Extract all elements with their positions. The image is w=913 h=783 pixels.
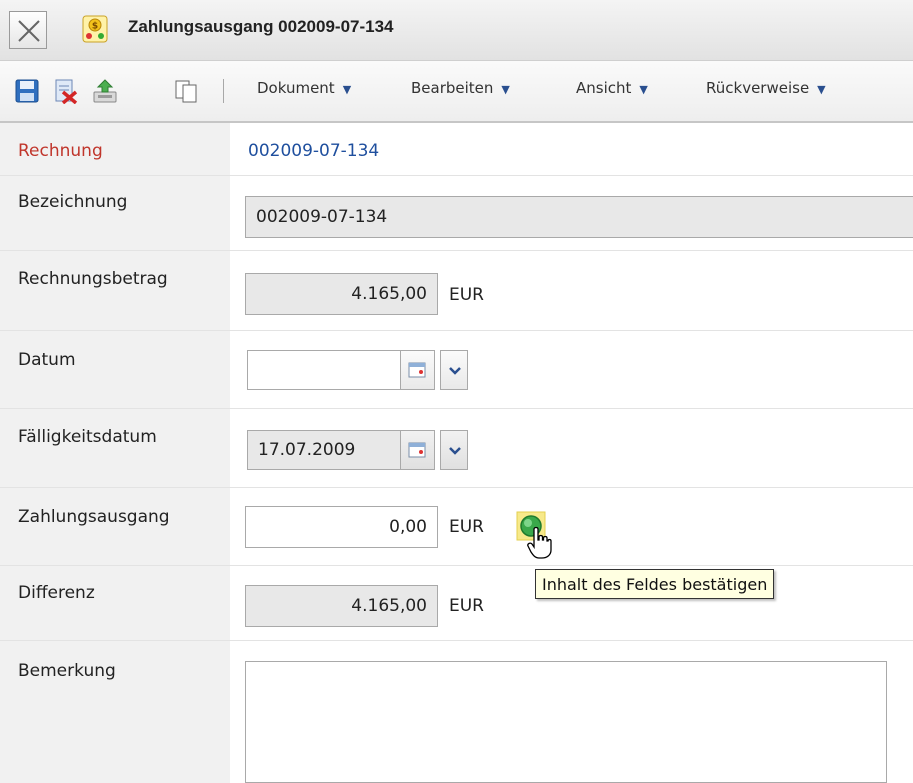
window-titlebar: $ Zahlungsausgang 002009-07-134 xyxy=(0,0,913,61)
currency-unit: EUR xyxy=(449,517,484,537)
row-divider xyxy=(0,175,913,176)
payment-icon: $ xyxy=(82,15,108,43)
datum-dropdown-button[interactable] xyxy=(440,350,468,390)
calendar-icon xyxy=(408,442,426,458)
currency-unit: EUR xyxy=(449,285,484,305)
window-title: Zahlungsausgang 002009-07-134 xyxy=(128,17,394,36)
faelligkeitsdatum-label: Fälligkeitsdatum xyxy=(18,427,157,447)
faelligkeitsdatum-dropdown-button[interactable] xyxy=(440,430,468,470)
bezeichnung-value: 002009-07-134 xyxy=(256,207,388,227)
close-x-icon xyxy=(18,20,40,42)
row-divider xyxy=(0,640,913,641)
rechnungsbetrag-value: 4.165,00 xyxy=(351,284,427,304)
dropdown-arrow-icon: ▼ xyxy=(817,83,826,96)
delete-icon[interactable] xyxy=(52,78,78,104)
copy-icon[interactable] xyxy=(173,78,199,104)
row-divider xyxy=(0,330,913,331)
menu-rueckverweise[interactable]: Rückverweise ▼ xyxy=(706,79,826,97)
dropdown-arrow-icon: ▼ xyxy=(342,83,352,96)
close-button[interactable] xyxy=(9,11,47,49)
bezeichnung-field[interactable]: 002009-07-134 xyxy=(245,196,913,238)
dropdown-arrow-icon: ▼ xyxy=(501,83,510,96)
bezeichnung-label: Bezeichnung xyxy=(18,192,128,212)
rechnungsbetrag-label: Rechnungsbetrag xyxy=(18,269,168,289)
tooltip: Inhalt des Feldes bestätigen xyxy=(535,569,775,599)
faelligkeitsdatum-value: 17.07.2009 xyxy=(258,440,356,460)
row-divider xyxy=(0,487,913,488)
chevron-down-icon xyxy=(449,447,461,455)
tooltip-text: Inhalt des Feldes bestätigen xyxy=(542,574,768,594)
row-divider xyxy=(0,250,913,251)
zahlungsausgang-value: 0,00 xyxy=(389,517,427,537)
rechnung-label: Rechnung xyxy=(18,141,103,161)
svg-text:$: $ xyxy=(92,22,98,32)
zahlungsausgang-input[interactable]: 0,00 xyxy=(245,506,438,548)
datum-input[interactable] xyxy=(247,350,401,390)
calendar-icon xyxy=(408,362,426,378)
datum-label: Datum xyxy=(18,350,76,370)
faelligkeitsdatum-input[interactable]: 17.07.2009 xyxy=(247,430,401,470)
bemerkung-textarea[interactable] xyxy=(245,661,887,783)
rechnungsbetrag-field: 4.165,00 xyxy=(245,273,438,315)
menu-bearbeiten[interactable]: Bearbeiten ▼ xyxy=(411,79,510,97)
toolbar-separator xyxy=(223,79,224,103)
menu-dokument[interactable]: Dokument ▼ xyxy=(257,79,351,97)
bemerkung-label: Bemerkung xyxy=(18,661,116,681)
row-divider xyxy=(0,565,913,566)
menu-label: Dokument xyxy=(257,79,335,97)
differenz-field: 4.165,00 xyxy=(245,585,438,627)
row-divider xyxy=(0,408,913,409)
differenz-value: 4.165,00 xyxy=(351,596,427,616)
menu-label: Rückverweise xyxy=(706,79,810,97)
datum-calendar-button[interactable] xyxy=(401,350,435,390)
export-icon[interactable] xyxy=(92,78,118,104)
menu-label: Ansicht xyxy=(576,79,632,97)
zahlungsausgang-label: Zahlungsausgang xyxy=(18,507,170,527)
menu-label: Bearbeiten xyxy=(411,79,494,97)
differenz-label: Differenz xyxy=(18,583,95,603)
rechnung-link[interactable]: 002009-07-134 xyxy=(248,141,379,161)
save-icon[interactable] xyxy=(14,78,40,104)
toolbar: Dokument ▼ Bearbeiten ▼ Ansicht ▼ Rückverwe… xyxy=(0,61,913,123)
chevron-down-icon xyxy=(449,367,461,375)
menu-ansicht[interactable]: Ansicht ▼ xyxy=(576,79,648,97)
label-column xyxy=(0,123,230,783)
hand-cursor-icon xyxy=(527,526,552,559)
faelligkeitsdatum-calendar-button[interactable] xyxy=(401,430,435,470)
currency-unit: EUR xyxy=(449,596,484,616)
dropdown-arrow-icon: ▼ xyxy=(639,83,648,96)
